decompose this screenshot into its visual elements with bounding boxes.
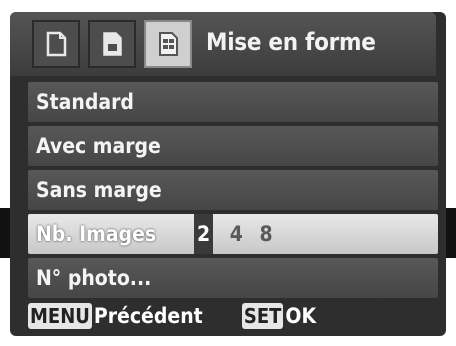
tab-layout[interactable] [144,20,192,68]
tab-print[interactable] [88,20,136,68]
set-key-badge: SET [241,303,284,329]
set-hint-text: OK [285,304,317,328]
menu-list: Standard Avec marge Sans marge Nb. Image… [28,82,438,302]
menu-item-sans-marge[interactable]: Sans marge [28,170,438,210]
page-title: Mise en forme [206,28,376,56]
option-8[interactable]: 8 [259,214,272,254]
document-print-icon [97,29,127,59]
menu-item-label: Avec marge [36,134,161,158]
menu-item-photo-number[interactable]: N° photo... [28,258,438,298]
document-page-icon [41,29,71,59]
button-hints: MENU Précédent SET OK [28,300,438,332]
menu-item-avec-marge[interactable]: Avec marge [28,126,438,166]
right-edge-marker [446,208,456,258]
menu-item-label: N° photo... [36,266,152,290]
menu-item-nb-images[interactable]: Nb. Images 2 4 8 [28,214,438,254]
menu-item-label: Sans marge [36,178,162,202]
tab-document[interactable] [32,20,80,68]
menu-item-standard[interactable]: Standard [28,82,438,122]
menu-item-label: Nb. Images [36,222,157,246]
option-4[interactable]: 4 [230,214,243,254]
image-count-options: 2 4 8 [194,214,283,254]
menu-hint-text: Précédent [93,304,203,328]
option-2[interactable]: 2 [194,214,214,254]
menu-key-badge: MENU [28,303,92,329]
layout-grid-icon [153,29,183,59]
tab-bar: Mise en forme [10,12,436,76]
left-edge-marker [0,208,10,258]
menu-item-label: Standard [36,90,134,114]
